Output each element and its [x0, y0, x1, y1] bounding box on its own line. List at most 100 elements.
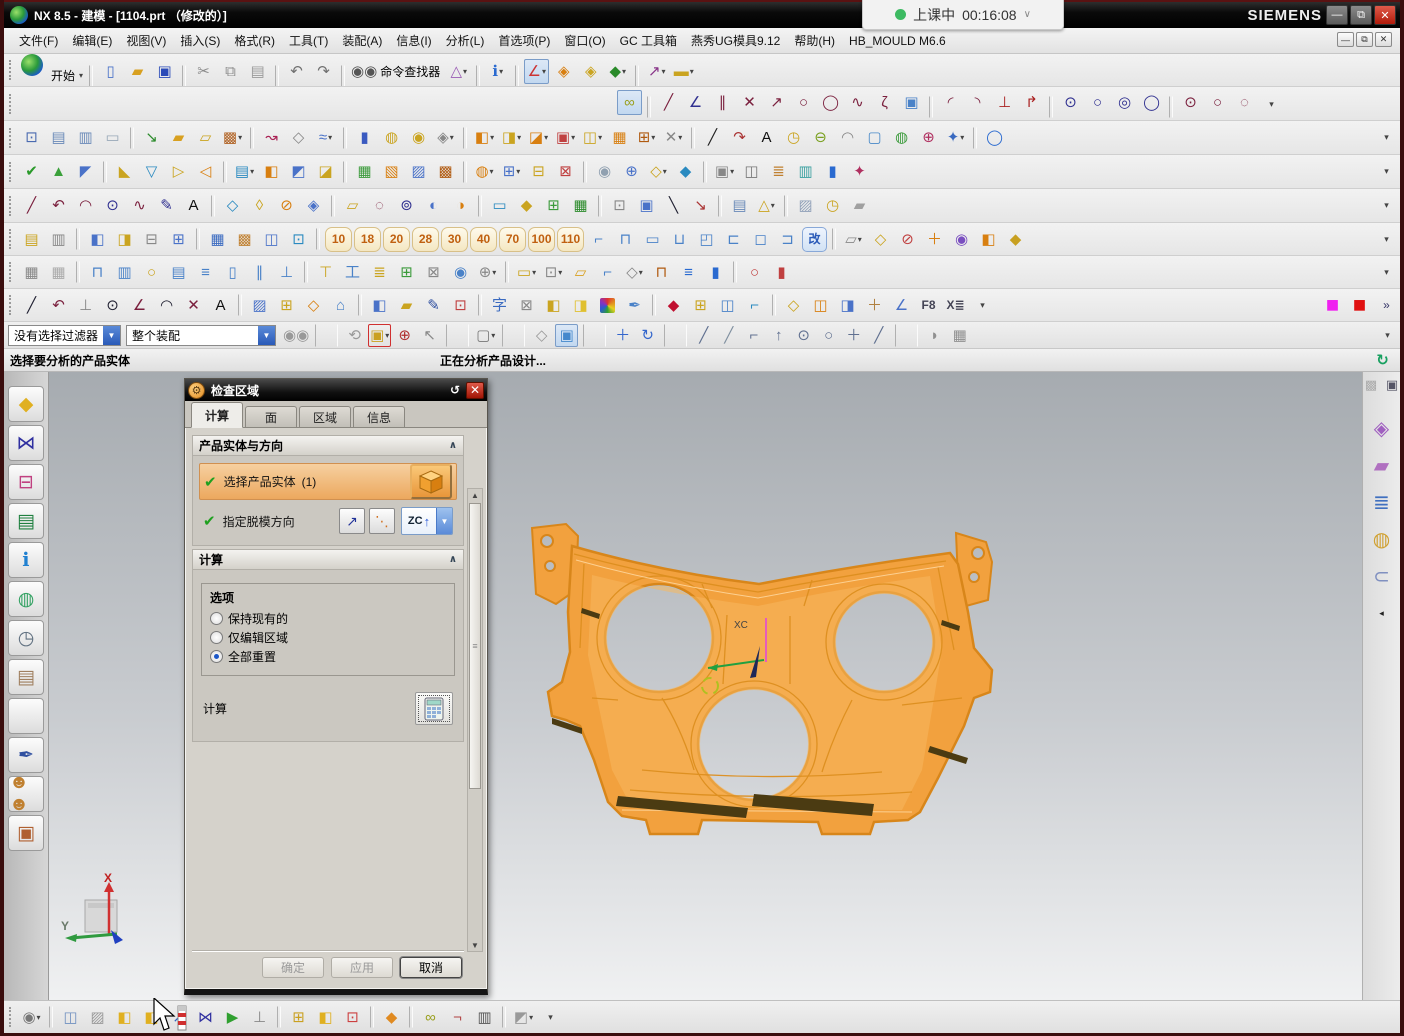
pt-circle3-icon[interactable]: ◌: [1232, 90, 1257, 115]
d15-icon[interactable]: ✎: [421, 293, 446, 318]
dia4-icon[interactable]: ◇: [868, 227, 893, 252]
move-component-icon[interactable]: ↗: [166, 1005, 191, 1030]
size-20[interactable]: 20: [383, 227, 410, 252]
solid-icon[interactable]: ▣: [634, 193, 659, 218]
row4-more[interactable]: ▾: [1374, 159, 1399, 184]
size-18[interactable]: 18: [354, 227, 381, 252]
mesh2-icon[interactable]: ▦: [568, 193, 593, 218]
revolve-icon[interactable]: ◨▾: [499, 125, 524, 150]
check-region-dialog[interactable]: ⚙ 检查区域 ↺ ✕ 计算面区域信息 产品实体与方向 ∧ ✔ 选择产品实体 (1…: [184, 378, 488, 995]
close-button[interactable]: ✕: [1374, 5, 1396, 25]
collapse-icon[interactable]: ∧: [449, 554, 457, 565]
patch-icon[interactable]: ◍: [889, 125, 914, 150]
close3-icon[interactable]: ⊠: [421, 260, 446, 285]
u2-icon[interactable]: ▥: [112, 260, 137, 285]
cylinders-icon[interactable]: ◍: [1369, 527, 1394, 552]
circle-dash-icon[interactable]: ○: [791, 90, 816, 115]
spin-icon[interactable]: ⟲: [343, 324, 366, 347]
polyline-icon[interactable]: ∠: [683, 90, 708, 115]
collapse-icon[interactable]: ∧: [449, 440, 457, 451]
parallel-icon[interactable]: ∥: [710, 90, 735, 115]
face-icon[interactable]: ◧: [259, 159, 284, 184]
char-button[interactable]: 字: [487, 293, 512, 318]
roles-icon[interactable]: ☻☻: [8, 776, 44, 812]
steps2-icon[interactable]: ⊡: [340, 1005, 365, 1030]
dim-icon[interactable]: ⊠: [514, 293, 539, 318]
mold7-icon[interactable]: ◫: [259, 227, 284, 252]
tri3-icon[interactable]: ▷: [166, 159, 191, 184]
para2-icon[interactable]: ▱: [568, 260, 593, 285]
sheet2-icon[interactable]: ▤: [727, 193, 752, 218]
dialog-reset-button[interactable]: ↺: [446, 382, 464, 399]
freeform-icon[interactable]: ζ: [872, 90, 897, 115]
toolbar-grip[interactable]: [9, 60, 13, 80]
radio-option[interactable]: 全部重置: [210, 647, 446, 666]
screen-recorder-overlay[interactable]: 上课中 00:16:08 ∨: [862, 0, 1064, 30]
plane2-icon[interactable]: ◊: [247, 193, 272, 218]
palette-icon[interactable]: [595, 293, 620, 318]
sketch-shape-icon[interactable]: △▾: [446, 59, 471, 84]
selection-filter-dropdown[interactable]: 没有选择过滤器 ▼: [8, 325, 121, 346]
arc-icon[interactable]: ◜: [938, 90, 963, 115]
para-icon[interactable]: ▱: [340, 193, 365, 218]
gear-icon[interactable]: ⚙: [188, 382, 205, 399]
sspline-icon[interactable]: ∿: [127, 193, 152, 218]
gem-icon[interactable]: ◈▾: [433, 125, 458, 150]
steps-icon[interactable]: ≣: [1369, 490, 1394, 515]
lines-icon[interactable]: ≡: [193, 260, 218, 285]
tri-icon[interactable]: ▲: [46, 159, 71, 184]
grid-icon[interactable]: ⊞▾: [499, 159, 524, 184]
reuse-library-icon[interactable]: ▤: [8, 503, 44, 539]
disc2-icon[interactable]: ◍▾: [472, 159, 497, 184]
datum-csys-icon[interactable]: ∠▾: [524, 59, 549, 84]
mold5-icon[interactable]: ▦: [205, 227, 230, 252]
gallery-icon[interactable]: ▣: [8, 815, 44, 851]
cube4-icon[interactable]: ◨: [835, 293, 860, 318]
dialog-close-button[interactable]: ✕: [466, 382, 484, 399]
circle-center-icon[interactable]: ⊙: [1058, 90, 1083, 115]
d5-icon[interactable]: ∠: [127, 293, 152, 318]
cube2-icon[interactable]: ◧: [976, 227, 1001, 252]
cross2-icon[interactable]: ＋: [862, 293, 887, 318]
bslash-icon[interactable]: ╲: [661, 193, 686, 218]
shape3-icon[interactable]: ▭: [640, 227, 665, 252]
text-icon[interactable]: A: [754, 125, 779, 150]
close2-icon[interactable]: ⊠: [553, 159, 578, 184]
collapse-rail[interactable]: ◂: [1369, 601, 1394, 626]
plus2-icon[interactable]: ⊕: [619, 159, 644, 184]
vector-dialog-button[interactable]: ↗: [339, 508, 365, 534]
d16-icon[interactable]: ⊡: [448, 293, 473, 318]
disc-icon[interactable]: ◍: [379, 125, 404, 150]
size-28[interactable]: 28: [412, 227, 439, 252]
ring4-icon[interactable]: ○: [742, 260, 767, 285]
web-browser-icon[interactable]: ℹ: [8, 542, 44, 578]
tri5-icon[interactable]: △▾: [754, 193, 779, 218]
mesh-icon[interactable]: ▦: [352, 159, 377, 184]
copy-icon[interactable]: ⧉: [218, 59, 243, 84]
maximize-button[interactable]: ⧉: [1350, 5, 1372, 25]
clip-icon[interactable]: ▱▾: [841, 227, 866, 252]
extend-icon[interactable]: ↱: [1019, 90, 1044, 115]
start-logo[interactable]: [19, 54, 45, 77]
gem2-icon[interactable]: ◈: [301, 193, 326, 218]
command-finder[interactable]: ◉◉命令查找器: [350, 59, 444, 84]
measure-distance-icon[interactable]: ▬▾: [671, 59, 696, 84]
check-icon[interactable]: ✔: [19, 159, 44, 184]
shape2-icon[interactable]: ⊓: [613, 227, 638, 252]
add-component-icon[interactable]: ◧: [112, 1005, 137, 1030]
assembly-navigator-icon[interactable]: ◆: [8, 386, 44, 422]
pan-icon[interactable]: ＋: [611, 324, 634, 347]
sline-icon[interactable]: ╱: [19, 193, 44, 218]
d1-icon[interactable]: ╱: [19, 293, 44, 318]
dialog-scrollbar[interactable]: ▲ ≡ ▼: [467, 488, 483, 952]
open-icon[interactable]: ▰: [125, 59, 150, 84]
boss-icon[interactable]: ◫▾: [580, 125, 605, 150]
shape8-icon[interactable]: ⊐: [775, 227, 800, 252]
target2-icon[interactable]: ⊕: [393, 324, 416, 347]
cross-icon[interactable]: ✕: [737, 90, 762, 115]
hole-icon[interactable]: ▣▾: [553, 125, 578, 150]
cubes2-icon[interactable]: ◧: [313, 1005, 338, 1030]
sheet-icon[interactable]: ▤▾: [232, 159, 257, 184]
tee-icon[interactable]: ⊤: [313, 260, 338, 285]
sarc2-icon[interactable]: ◠: [73, 193, 98, 218]
